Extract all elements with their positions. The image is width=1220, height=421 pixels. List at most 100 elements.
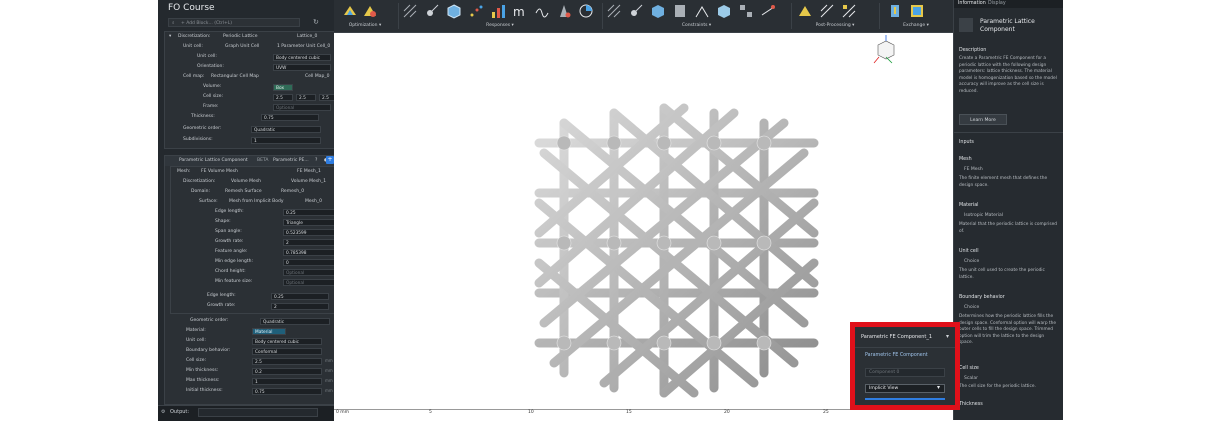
- orientation-select[interactable]: UVW: [273, 63, 331, 71]
- probe-icon[interactable]: [424, 3, 440, 19]
- chevron-down-icon: ▾: [937, 384, 941, 391]
- constraints-group: Constraints ▾: [604, 0, 789, 32]
- constraint-cube-icon[interactable]: [650, 3, 666, 19]
- compliance-icon[interactable]: [534, 3, 550, 19]
- material-chip[interactable]: Material: [252, 327, 286, 335]
- min-size-icon[interactable]: [716, 3, 732, 19]
- cube-icon[interactable]: [446, 3, 462, 19]
- min-feature-size-input[interactable]: Optional: [283, 278, 339, 286]
- inputs-heading: Inputs: [959, 140, 974, 145]
- input-type: Scalar: [964, 376, 978, 381]
- max-thickness-input[interactable]: 1: [252, 377, 322, 385]
- cell-size-input[interactable]: 2.5: [252, 357, 322, 365]
- thickness-input[interactable]: 0.75: [261, 113, 319, 121]
- shape-select[interactable]: Triangle: [283, 218, 339, 226]
- cell-size-y-input[interactable]: 2.5: [296, 93, 316, 101]
- cell-map-value[interactable]: Rectangular Cell Map: [211, 72, 259, 82]
- subdivisions-input[interactable]: 1: [251, 136, 321, 144]
- input-name: Cell size: [959, 366, 979, 371]
- learn-more-button[interactable]: Learn More: [959, 114, 1007, 125]
- popup-item-component[interactable]: Parametric FE Component: [865, 353, 928, 358]
- boundary-behavior-select[interactable]: Conformal: [252, 347, 322, 355]
- bar-response-icon[interactable]: [490, 3, 506, 19]
- edge-length-input-2[interactable]: 0.25: [271, 292, 329, 300]
- chord-height-input[interactable]: Optional: [283, 268, 339, 276]
- info-tabs: Information Display: [954, 0, 1063, 8]
- post-processing-group: Post-Processing ▾: [793, 0, 877, 32]
- exchange-group: Exchange ▾: [881, 0, 951, 32]
- span-angle-input[interactable]: 0.523599: [283, 228, 339, 236]
- geometric-order-select-2[interactable]: Quadratic: [260, 317, 330, 325]
- gear-icon[interactable]: ⚙: [161, 409, 165, 415]
- refresh-icon[interactable]: ↻: [313, 18, 319, 26]
- volume-chip[interactable]: Box: [273, 83, 293, 91]
- popup-title[interactable]: Parametric FE Component_1: [861, 334, 932, 340]
- threshold-icon[interactable]: [841, 3, 857, 19]
- smooth-icon[interactable]: [819, 3, 835, 19]
- tab-information[interactable]: Information: [958, 0, 986, 8]
- input-type: Choice: [964, 305, 980, 310]
- add-icon[interactable]: +: [326, 156, 334, 164]
- input-name: Mesh: [959, 157, 972, 162]
- discretization-value[interactable]: Volume Mesh: [231, 177, 261, 187]
- scatter-icon[interactable]: [468, 3, 484, 19]
- input-type: Isotropic Material: [964, 213, 1003, 218]
- accent-bar: [865, 398, 945, 400]
- view-mode-select[interactable]: Implicit View: [865, 384, 945, 393]
- scale-ruler: 0 mm 5 10 15 20 25: [334, 409, 953, 420]
- grid-response-icon[interactable]: [402, 3, 418, 19]
- overhang-icon[interactable]: [694, 3, 710, 19]
- constraint-probe-icon[interactable]: [628, 3, 644, 19]
- frame-input[interactable]: Optional: [273, 103, 331, 111]
- surface-value[interactable]: Mesh from Implicit Body: [229, 197, 284, 207]
- optimization-group: Optimization ▾: [334, 0, 396, 32]
- feature-angle-input[interactable]: 0.785398: [283, 248, 339, 256]
- growth-rate-input-2[interactable]: 2: [271, 302, 329, 310]
- symmetry-icon[interactable]: [672, 3, 688, 19]
- discretization-value[interactable]: Periodic Lattice: [223, 32, 257, 42]
- chevron-down-icon[interactable]: ▾: [169, 32, 171, 42]
- pattern-icon[interactable]: [738, 3, 754, 19]
- information-panel: Information Display Parametric Lattice C…: [953, 0, 1063, 420]
- course-title: FO Course: [168, 3, 215, 13]
- cell-size-x-input[interactable]: 2.5: [273, 93, 293, 101]
- component-select[interactable]: Component 0: [865, 368, 945, 377]
- min-thickness-input[interactable]: 0.2: [252, 367, 322, 375]
- tab-display[interactable]: Display: [988, 0, 1006, 8]
- input-desc: Determines how the periodic lattice fill…: [959, 314, 1056, 346]
- growth-rate-input[interactable]: 2: [283, 238, 339, 246]
- min-edge-length-input[interactable]: 0: [283, 258, 339, 266]
- input-name: Material: [959, 203, 979, 208]
- mass-icon[interactable]: m: [512, 3, 528, 19]
- input-desc: The unit cell used to create the periodi…: [959, 268, 1045, 280]
- mesh-value[interactable]: FE Volume Mesh: [201, 167, 238, 177]
- constraint-grid-icon[interactable]: [606, 3, 622, 19]
- help-icon[interactable]: ?: [315, 156, 317, 166]
- add-block-search-input[interactable]: ⌕ + Add Block... (Ctrl+L): [168, 18, 300, 27]
- frequency-icon[interactable]: [578, 3, 594, 19]
- initial-thickness-input[interactable]: 0.75: [252, 387, 322, 395]
- edge-length-input[interactable]: 0.25: [283, 208, 339, 216]
- unit-cell-value[interactable]: Graph Unit Cell: [225, 42, 259, 52]
- input-desc: The finite element mesh that defines the…: [959, 176, 1048, 188]
- domain-value[interactable]: Remesh Surface: [225, 187, 262, 197]
- block-title[interactable]: Parametric Lattice Component: [179, 156, 248, 166]
- output-field[interactable]: [198, 408, 318, 417]
- unit-cell-select-2[interactable]: Body centered cubic: [252, 337, 322, 345]
- description-heading: Description: [959, 48, 987, 53]
- chevron-down-icon[interactable]: ▾: [946, 333, 949, 340]
- direction-icon[interactable]: [760, 3, 776, 19]
- optimize-run-icon[interactable]: [362, 3, 378, 19]
- export-icon[interactable]: [909, 3, 925, 19]
- output-label: Output:: [170, 409, 190, 415]
- geometric-order-select[interactable]: Quadratic: [251, 125, 321, 133]
- input-desc: Material that the periodic lattice is co…: [959, 222, 1057, 234]
- info-title: Parametric Lattice Component: [980, 18, 1035, 33]
- block-icon: [959, 18, 973, 32]
- input-desc: The cell size for the periodic lattice.: [959, 384, 1036, 389]
- stress-icon[interactable]: [556, 3, 572, 19]
- unit-cell-select[interactable]: Body centered cubic: [273, 53, 331, 61]
- import-icon[interactable]: [887, 3, 903, 19]
- post-process-icon[interactable]: [797, 3, 813, 19]
- optimize-icon[interactable]: [342, 3, 358, 19]
